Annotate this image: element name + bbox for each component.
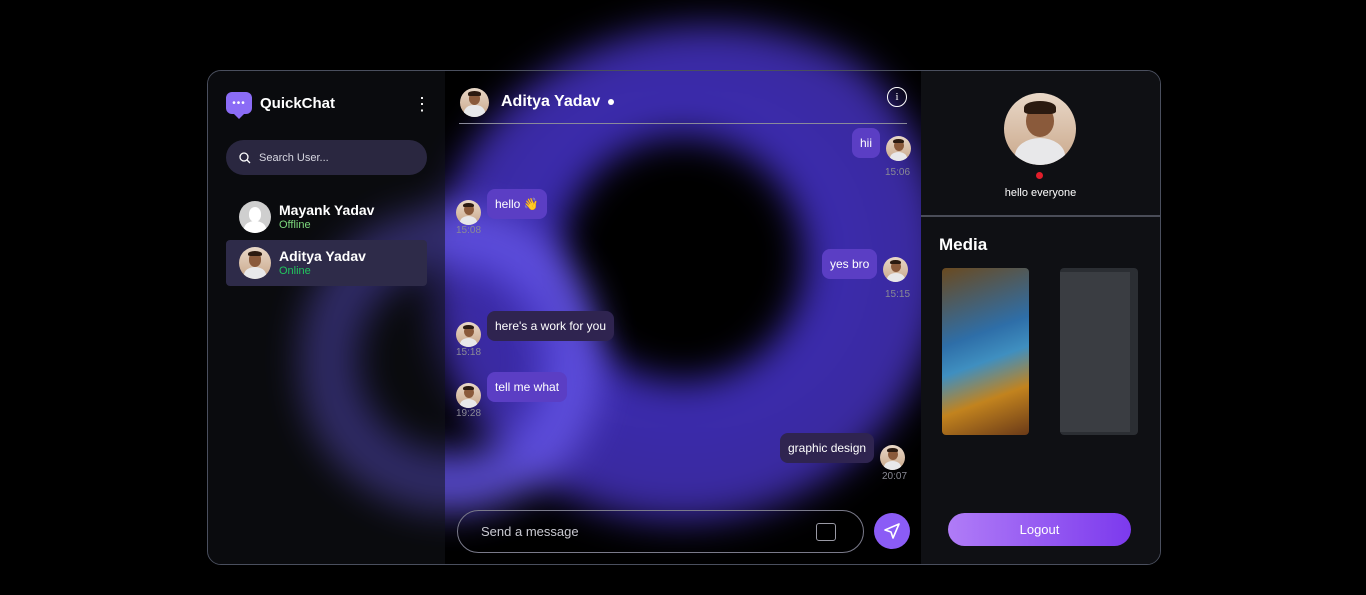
- contact-name: Aditya Yadav: [501, 93, 601, 110]
- message-item: graphic design: [780, 433, 906, 470]
- info-icon[interactable]: i: [887, 87, 907, 107]
- app-title: QuickChat: [260, 94, 336, 112]
- message-item: hello 👋: [456, 189, 547, 225]
- sender-avatar: [456, 383, 481, 408]
- contact-avatar: [460, 87, 489, 117]
- image-upload-icon[interactable]: [816, 522, 836, 541]
- message-time: 15:15: [885, 289, 911, 300]
- avatar: [239, 247, 271, 279]
- sender-avatar: [886, 136, 912, 161]
- message-input[interactable]: [479, 523, 816, 540]
- message-time: 19:28: [456, 408, 482, 419]
- send-icon: [884, 523, 900, 539]
- media-heading: Media: [939, 235, 988, 254]
- user-name: Aditya Yadav: [279, 248, 366, 264]
- message-item: here's a work for you: [456, 311, 615, 347]
- message-list: hii 15:06 hello 👋 15:08 yes bro 15:15 he…: [445, 125, 921, 505]
- online-indicator: [608, 99, 615, 105]
- app-logo: ••• QuickChat: [226, 92, 336, 119]
- message-time: 15:06: [885, 167, 911, 178]
- message-time: 15:08: [456, 225, 482, 236]
- chat-header: Aditya Yadav i: [459, 81, 907, 124]
- message-bubble: graphic design: [780, 433, 875, 463]
- user-list-item-mayank[interactable]: Mayank Yadav Offline: [226, 194, 427, 240]
- chat-panel: Aditya Yadav i hii 15:06 hello 👋 15:08 y…: [445, 71, 921, 564]
- message-bubble: hello 👋: [487, 189, 547, 219]
- divider: [921, 215, 1160, 217]
- media-thumbnail[interactable]: [942, 268, 1029, 435]
- chat-bubble-icon: •••: [226, 92, 252, 119]
- avatar: [239, 201, 271, 233]
- media-thumbnail[interactable]: [1060, 268, 1138, 435]
- send-button[interactable]: [874, 513, 910, 549]
- logout-button[interactable]: Logout: [948, 513, 1131, 546]
- chat-app-window: ••• QuickChat ⋮ Mayank Yadav Offline Adi…: [207, 70, 1161, 565]
- message-bubble: hii: [852, 128, 881, 158]
- user-status: Online: [279, 265, 311, 277]
- sender-avatar: [456, 322, 481, 347]
- more-options-icon[interactable]: ⋮: [413, 95, 431, 113]
- message-bubble: yes bro: [822, 249, 878, 279]
- status-dot: [1036, 172, 1043, 179]
- message-item: hii: [852, 128, 912, 161]
- message-item: tell me what: [456, 372, 568, 408]
- message-bubble: here's a work for you: [487, 311, 615, 341]
- profile-panel: hello everyone Media Logout: [921, 71, 1160, 564]
- user-status: Offline: [279, 219, 311, 231]
- message-time: 15:18: [456, 347, 482, 358]
- sender-avatar: [883, 257, 909, 282]
- profile-bio: hello everyone: [1004, 187, 1077, 199]
- sender-avatar: [880, 445, 906, 470]
- search-input[interactable]: [257, 150, 421, 165]
- message-item: yes bro: [822, 249, 909, 282]
- sidebar: ••• QuickChat ⋮ Mayank Yadav Offline Adi…: [208, 71, 445, 564]
- message-composer: [457, 510, 864, 553]
- message-bubble: tell me what: [487, 372, 568, 402]
- user-list-item-aditya[interactable]: Aditya Yadav Online: [226, 240, 427, 286]
- user-name: Mayank Yadav: [279, 202, 375, 218]
- search-box: [226, 140, 427, 175]
- search-icon: [239, 151, 251, 163]
- message-time: 20:07: [882, 471, 908, 482]
- profile-avatar: [1004, 93, 1076, 165]
- sender-avatar: [456, 200, 481, 225]
